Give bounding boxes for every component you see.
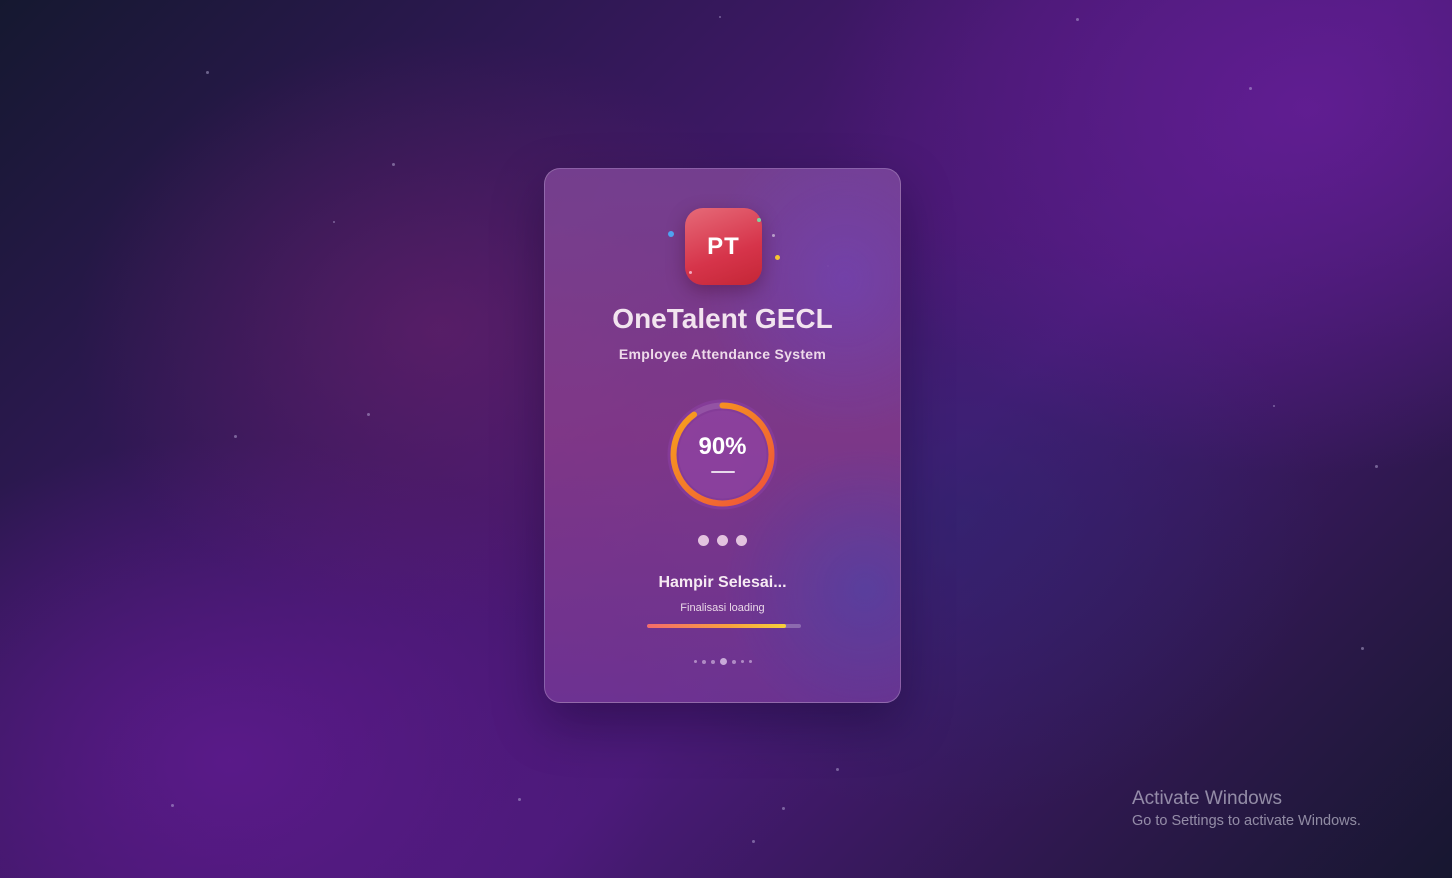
step-dot [748, 660, 752, 663]
app-subtitle: Employee Attendance System [618, 346, 827, 362]
sparkle-dot [772, 234, 775, 237]
step-indicator [545, 658, 900, 665]
watermark-title: Activate Windows [1132, 788, 1282, 809]
star [333, 221, 335, 223]
step-dot [693, 660, 697, 663]
loading-dot [736, 535, 747, 546]
progress-bar-fill [647, 624, 786, 628]
star [392, 163, 395, 166]
step-dot-active [719, 658, 727, 665]
progress-ring: 90% [665, 397, 780, 512]
sparkle-dot [668, 231, 674, 237]
star [1361, 647, 1364, 650]
star [836, 768, 839, 771]
loading-dot [698, 535, 709, 546]
logo-text: PT [707, 232, 740, 260]
loading-status: Hampir Selesai... [658, 574, 787, 591]
step-dot [710, 659, 715, 664]
windows-activation-watermark: Activate Windows Go to Settings to activ… [1132, 788, 1361, 832]
app-logo: PT [685, 208, 762, 285]
watermark-subtitle: Go to Settings to activate Windows. [1132, 813, 1361, 829]
step-dot [731, 659, 736, 664]
step-dot [740, 660, 744, 663]
star [518, 798, 521, 801]
loading-dot [717, 535, 728, 546]
star [234, 435, 237, 438]
progress-percent: 90% [698, 433, 747, 460]
loading-substatus: Finalisasi loading [680, 602, 765, 614]
sparkle-dot [689, 271, 692, 274]
loading-card: PT OneTalent GECL Employee Attendance Sy… [544, 168, 901, 703]
logo-area: PT [668, 208, 780, 285]
star [171, 804, 174, 807]
star [1273, 405, 1275, 407]
sparkle-dot [757, 218, 761, 222]
sparkle-dot [775, 255, 780, 260]
app-title: OneTalent GECL [612, 303, 833, 334]
star [1375, 465, 1378, 468]
star [1249, 87, 1252, 90]
progress-bar [647, 624, 801, 628]
percent-underline [711, 471, 735, 473]
star [719, 16, 721, 18]
star [782, 807, 785, 810]
loading-dots [545, 535, 900, 546]
step-dot [701, 659, 706, 664]
star [752, 840, 755, 843]
star [1076, 18, 1079, 21]
star [367, 413, 370, 416]
star [206, 71, 209, 74]
